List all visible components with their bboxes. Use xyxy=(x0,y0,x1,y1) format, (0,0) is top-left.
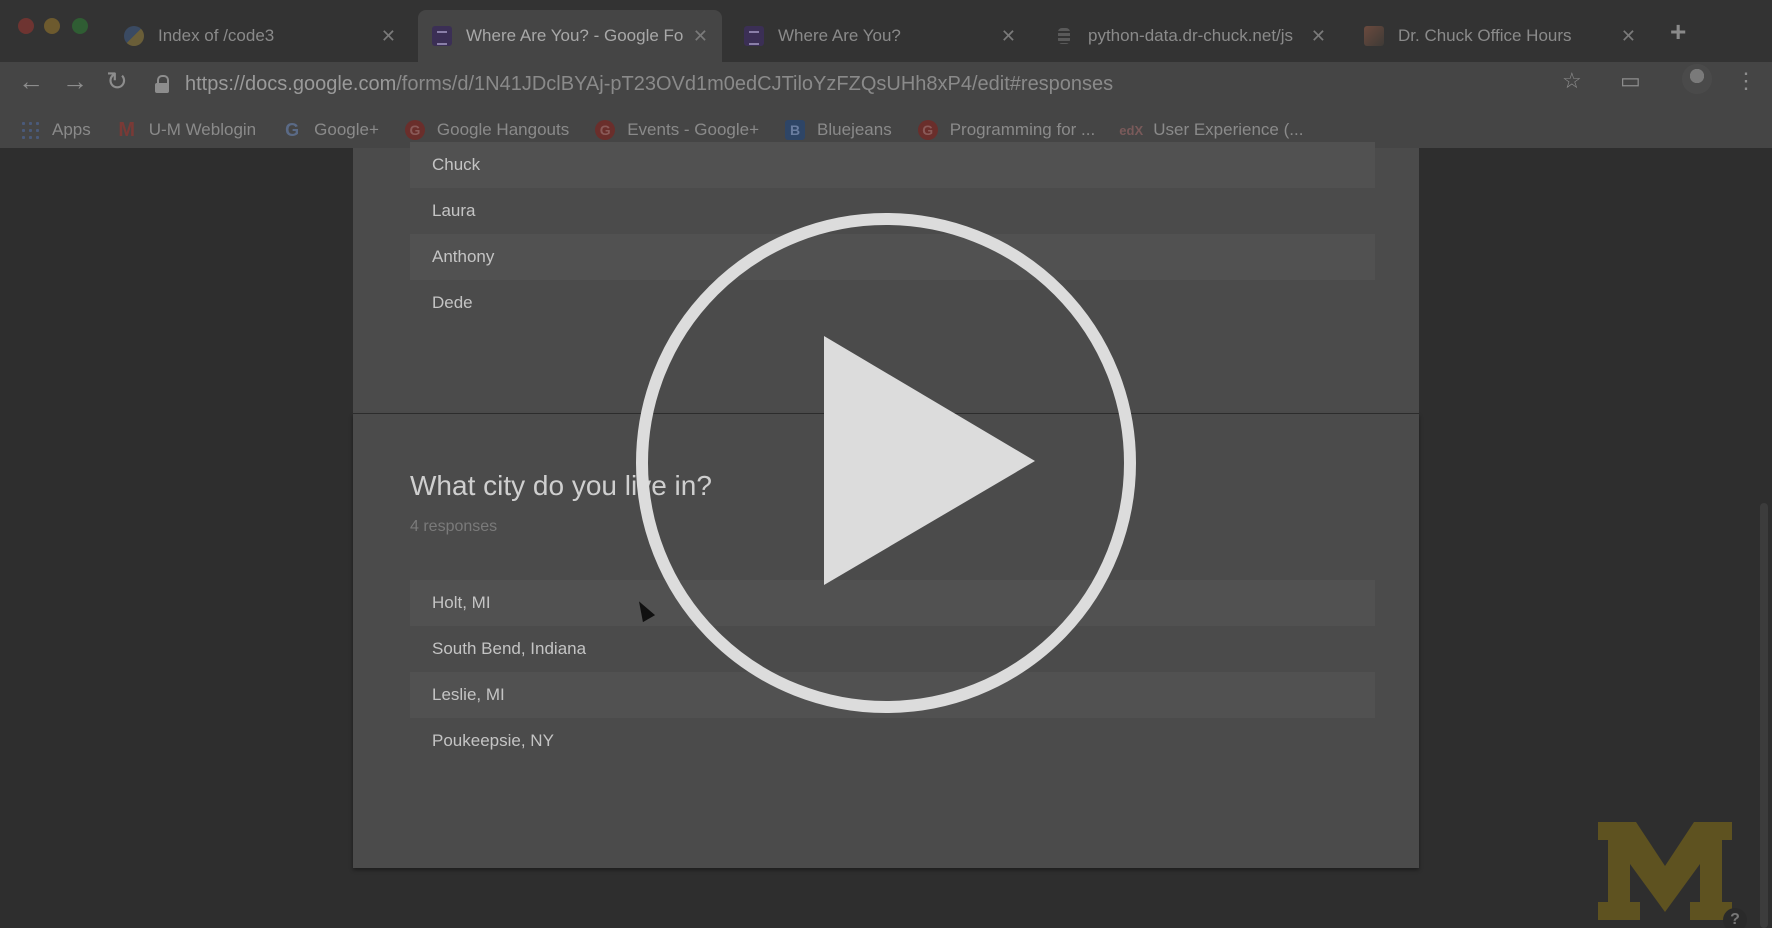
play-icon xyxy=(824,336,1035,585)
reload-icon[interactable]: ↻ xyxy=(106,66,128,97)
bookmark-user-experience[interactable]: edX User Experience (... xyxy=(1119,120,1304,140)
browser-tab-where-are-you[interactable]: Where Are You? ✕ xyxy=(730,10,1030,62)
gmail-icon: M xyxy=(118,118,136,141)
bookmark-google-plus[interactable]: G Google+ xyxy=(282,120,379,140)
window-zoom-button[interactable] xyxy=(72,18,88,34)
scrollbar[interactable] xyxy=(1760,503,1768,928)
database-icon xyxy=(1054,26,1074,46)
close-icon[interactable]: ✕ xyxy=(1311,26,1326,47)
forward-arrow-icon[interactable]: → xyxy=(62,66,88,97)
bookmark-um-weblogin[interactable]: M U-M Weblogin xyxy=(117,118,257,141)
video-frame: Index of /code3 ✕ Where Are You? - Googl… xyxy=(0,0,1772,928)
back-arrow-icon[interactable]: ← xyxy=(18,66,44,97)
browser-tab-index-code3[interactable]: Index of /code3 ✕ xyxy=(110,10,410,62)
google-plus-icon: G xyxy=(917,120,938,140)
new-tab-button[interactable]: + xyxy=(1670,16,1686,48)
browser-tab-office-hours[interactable]: Dr. Chuck Office Hours ✕ xyxy=(1350,10,1650,62)
star-icon[interactable]: ☆ xyxy=(1562,68,1582,94)
avatar[interactable] xyxy=(1682,64,1712,94)
google-forms-icon xyxy=(744,26,764,46)
google-icon: G xyxy=(285,119,300,140)
browser-tab-strip: Index of /code3 ✕ Where Are You? - Googl… xyxy=(0,0,1772,62)
bookmark-label: Events - Google+ xyxy=(627,120,760,139)
response-row: Poukeepsie, NY xyxy=(432,731,554,750)
close-icon[interactable]: ✕ xyxy=(1621,26,1636,47)
window-minimize-button[interactable] xyxy=(44,18,60,34)
google-forms-icon xyxy=(432,26,452,46)
bookmark-label: Bluejeans xyxy=(817,120,892,139)
window-close-button[interactable] xyxy=(18,18,34,34)
bookmark-label: Google Hangouts xyxy=(436,120,570,139)
bookmark-events[interactable]: G Events - Google+ xyxy=(595,120,759,140)
bookmark-label: Programming for ... xyxy=(949,120,1096,139)
browser-tab-google-forms[interactable]: Where Are You? - Google Fo ✕ xyxy=(418,10,722,62)
bookmark-bluejeans[interactable]: B Bluejeans xyxy=(785,120,892,140)
tab-title: Dr. Chuck Office Hours xyxy=(1398,26,1572,45)
apps-grid-icon xyxy=(20,120,40,140)
bookmark-label: Google+ xyxy=(314,120,379,139)
edx-icon: edX xyxy=(1119,122,1144,138)
close-icon[interactable]: ✕ xyxy=(1001,26,1016,47)
address-bar[interactable]: https://docs.google.com /forms/d/1N41JDc… xyxy=(155,66,1555,102)
close-icon[interactable]: ✕ xyxy=(381,26,396,47)
university-m-logo xyxy=(1598,822,1732,920)
tab-title: python-data.dr-chuck.net/js xyxy=(1088,26,1294,45)
response-row: Chuck xyxy=(410,142,1375,188)
bookmark-apps[interactable]: Apps xyxy=(20,120,91,140)
close-icon[interactable]: ✕ xyxy=(693,26,708,47)
url-path: /forms/d/1N41JDclBYAj-pT23OVd1m0edCJTilo… xyxy=(396,72,1114,95)
browser-tab-python-data[interactable]: python-data.dr-chuck.net/js ✕ xyxy=(1040,10,1340,62)
url-host: https://docs.google.com xyxy=(185,72,397,95)
photo-icon xyxy=(1364,26,1384,46)
play-button[interactable] xyxy=(636,213,1136,713)
bookmark-label: Apps xyxy=(52,120,91,139)
bookmark-label: U-M Weblogin xyxy=(148,120,257,139)
lock-icon xyxy=(155,75,171,93)
tab-title: Where Are You? xyxy=(778,26,901,45)
tab-title: Where Are You? - Google Fo xyxy=(466,26,683,45)
bookmark-label: User Experience (... xyxy=(1153,120,1304,139)
menu-icon[interactable]: ⋮ xyxy=(1735,68,1757,94)
bookmark-google-hangouts[interactable]: G Google Hangouts xyxy=(404,120,570,140)
response-count: 4 responses xyxy=(410,518,498,535)
google-plus-icon: G xyxy=(595,120,616,140)
bluejeans-icon: B xyxy=(785,120,806,140)
bookmark-programming[interactable]: G Programming for ... xyxy=(917,120,1096,140)
google-plus-icon: G xyxy=(404,120,425,140)
help-icon[interactable]: ? xyxy=(1723,908,1747,928)
cast-icon[interactable]: ▭ xyxy=(1620,68,1641,94)
tab-title: Index of /code3 xyxy=(158,26,275,45)
python-icon xyxy=(124,26,144,46)
